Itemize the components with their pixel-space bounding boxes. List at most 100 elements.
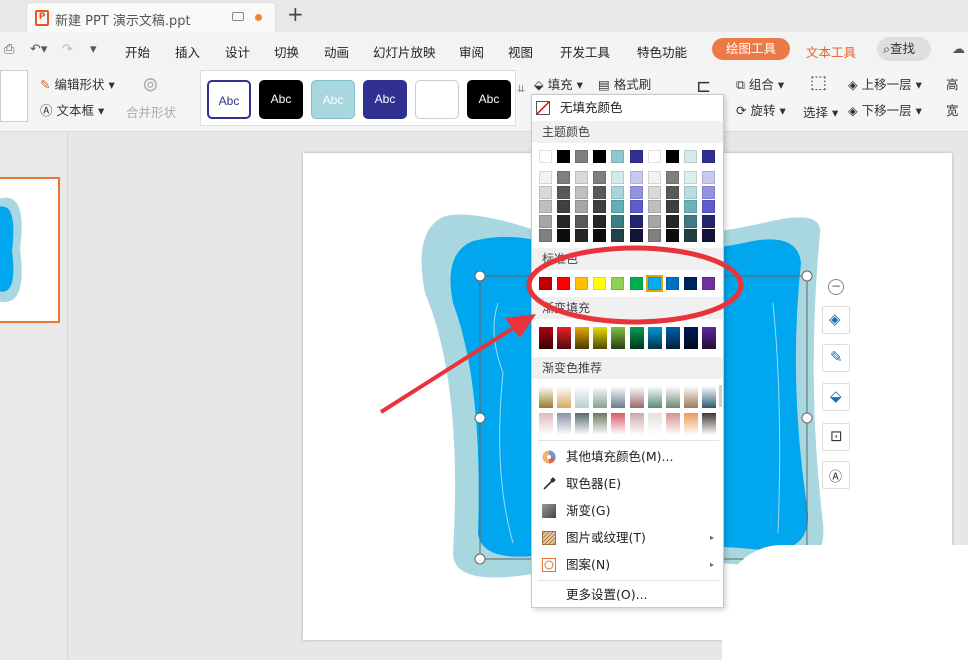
theme-shade-swatch[interactable] bbox=[665, 171, 679, 184]
recommend-gradient-swatch[interactable] bbox=[629, 413, 644, 435]
recommend-scrollbar[interactable] bbox=[719, 385, 722, 407]
gradient-swatch[interactable] bbox=[647, 327, 662, 349]
theme-color-swatch[interactable] bbox=[701, 150, 715, 163]
theme-shade-swatch[interactable] bbox=[575, 171, 589, 184]
theme-shade-swatch[interactable] bbox=[575, 214, 589, 228]
theme-shade-swatch[interactable] bbox=[539, 214, 552, 228]
style-teal[interactable]: Abc bbox=[311, 80, 355, 119]
theme-shade-swatch[interactable] bbox=[683, 229, 697, 242]
gradient-swatch[interactable] bbox=[539, 327, 553, 349]
standard-color-swatch[interactable] bbox=[593, 277, 607, 290]
plus-icon[interactable]: + bbox=[287, 2, 304, 26]
standard-color-swatch[interactable] bbox=[665, 277, 679, 290]
fill-tool[interactable]: ⬙ bbox=[822, 383, 850, 411]
gradient-swatch[interactable] bbox=[575, 327, 590, 349]
theme-shade-swatch[interactable] bbox=[539, 171, 552, 184]
theme-shade-swatch[interactable] bbox=[539, 229, 552, 242]
theme-shade-swatch[interactable] bbox=[611, 171, 625, 184]
theme-shade-swatch[interactable] bbox=[647, 214, 661, 228]
recommend-gradient-swatch[interactable] bbox=[665, 386, 680, 408]
theme-shade-swatch[interactable] bbox=[647, 171, 661, 184]
recommend-gradient-swatch[interactable] bbox=[539, 386, 553, 408]
menu-transition[interactable]: 切换 bbox=[274, 42, 299, 61]
menu-developer[interactable]: 开发工具 bbox=[560, 42, 610, 61]
gradient-swatch[interactable] bbox=[557, 327, 572, 349]
recommend-gradient-swatch[interactable] bbox=[593, 413, 608, 435]
theme-shade-swatch[interactable] bbox=[665, 214, 679, 228]
gradient-swatch[interactable] bbox=[701, 327, 716, 349]
theme-shade-swatch[interactable] bbox=[683, 214, 697, 228]
recommend-gradient-swatch[interactable] bbox=[665, 413, 680, 435]
menu-drawing-tools[interactable]: 绘图工具 bbox=[712, 38, 791, 60]
gradient-swatch[interactable] bbox=[629, 327, 644, 349]
standard-color-swatch[interactable] bbox=[629, 277, 643, 290]
menu-view[interactable]: 视图 bbox=[508, 42, 533, 61]
style-navy[interactable]: Abc bbox=[363, 80, 407, 119]
style-black[interactable]: Abc bbox=[259, 80, 303, 119]
theme-shade-swatch[interactable] bbox=[611, 214, 625, 228]
menu-design[interactable]: 设计 bbox=[225, 42, 250, 61]
no-fill-option[interactable]: 无填充颜色 bbox=[534, 95, 712, 121]
recommend-gradient-swatch[interactable] bbox=[683, 413, 698, 435]
print-preview-icon[interactable]: ⎙ bbox=[4, 42, 14, 57]
layers-tool[interactable]: ◈ bbox=[822, 306, 850, 334]
more-fill-colors-option[interactable]: 其他填充颜色(M)... bbox=[540, 444, 718, 470]
standard-color-swatch[interactable] bbox=[683, 277, 697, 290]
recommend-gradient-swatch[interactable] bbox=[557, 386, 572, 408]
standard-color-swatch[interactable] bbox=[701, 277, 715, 290]
edit-shape-button[interactable]: ✎ 编辑形状 ▾ bbox=[40, 74, 115, 93]
slide-thumbnail[interactable] bbox=[0, 177, 60, 323]
recommend-gradient-swatch[interactable] bbox=[557, 413, 572, 435]
theme-shade-swatch[interactable] bbox=[683, 185, 697, 199]
collapse-minus-icon[interactable]: − bbox=[828, 279, 844, 295]
theme-color-swatch[interactable] bbox=[683, 150, 697, 163]
fill-button[interactable]: ⬙ 填充 ▾ bbox=[534, 74, 583, 93]
theme-shade-swatch[interactable] bbox=[629, 200, 643, 213]
gallery-expand-icon[interactable]: ⇊ bbox=[517, 84, 525, 95]
customize-icon[interactable]: ▾ bbox=[90, 42, 97, 57]
theme-shade-swatch[interactable] bbox=[593, 214, 607, 228]
theme-shade-swatch[interactable] bbox=[557, 229, 571, 242]
picture-texture-option[interactable]: 图片或纹理(T) ▸ bbox=[540, 525, 718, 551]
theme-shade-swatch[interactable] bbox=[557, 214, 571, 228]
theme-shade-swatch[interactable] bbox=[629, 185, 643, 199]
style-white[interactable] bbox=[415, 80, 459, 119]
theme-shade-swatch[interactable] bbox=[701, 200, 715, 213]
recommend-gradient-swatch[interactable] bbox=[575, 386, 590, 408]
theme-shade-swatch[interactable] bbox=[629, 214, 643, 228]
theme-shade-swatch[interactable] bbox=[575, 200, 589, 213]
theme-shade-swatch[interactable] bbox=[665, 229, 679, 242]
text-box-button[interactable]: Ⓐ 文本框 ▾ bbox=[40, 100, 104, 119]
recommend-gradient-swatch[interactable] bbox=[611, 386, 626, 408]
eyedropper-option[interactable]: 取色器(E) bbox=[540, 471, 718, 497]
standard-color-swatch[interactable] bbox=[575, 277, 589, 290]
theme-shade-swatch[interactable] bbox=[593, 200, 607, 213]
more-settings-option[interactable]: 更多设置(O)... bbox=[540, 582, 718, 608]
theme-shade-swatch[interactable] bbox=[611, 185, 625, 199]
theme-shade-swatch[interactable] bbox=[701, 214, 715, 228]
menu-insert[interactable]: 插入 bbox=[175, 42, 200, 61]
theme-color-swatch[interactable] bbox=[665, 150, 679, 163]
cloud-icon[interactable]: ☁ bbox=[952, 42, 965, 57]
gradient-swatch[interactable] bbox=[665, 327, 680, 349]
pattern-option[interactable]: 图案(N) ▸ bbox=[540, 552, 718, 578]
crop-tool[interactable]: ⊡ bbox=[822, 423, 850, 451]
theme-shade-swatch[interactable] bbox=[557, 200, 571, 213]
theme-shade-swatch[interactable] bbox=[683, 171, 697, 184]
theme-color-swatch[interactable] bbox=[557, 150, 571, 163]
gradient-swatch[interactable] bbox=[683, 327, 698, 349]
theme-shade-swatch[interactable] bbox=[647, 229, 661, 242]
recommend-gradient-swatch[interactable] bbox=[611, 413, 626, 435]
menu-slideshow[interactable]: 幻灯片放映 bbox=[373, 42, 436, 61]
recommend-gradient-swatch[interactable] bbox=[647, 386, 662, 408]
theme-shade-swatch[interactable] bbox=[575, 229, 589, 242]
theme-shade-swatch[interactable] bbox=[557, 171, 571, 184]
theme-shade-swatch[interactable] bbox=[629, 171, 643, 184]
menu-animation[interactable]: 动画 bbox=[324, 42, 349, 61]
width-label[interactable]: 宽 bbox=[946, 100, 959, 119]
theme-color-swatch[interactable] bbox=[629, 150, 643, 163]
standard-color-swatch[interactable] bbox=[557, 277, 571, 290]
menu-special[interactable]: 特色功能 bbox=[637, 42, 687, 61]
theme-shade-swatch[interactable] bbox=[683, 200, 697, 213]
theme-shade-swatch[interactable] bbox=[665, 185, 679, 199]
